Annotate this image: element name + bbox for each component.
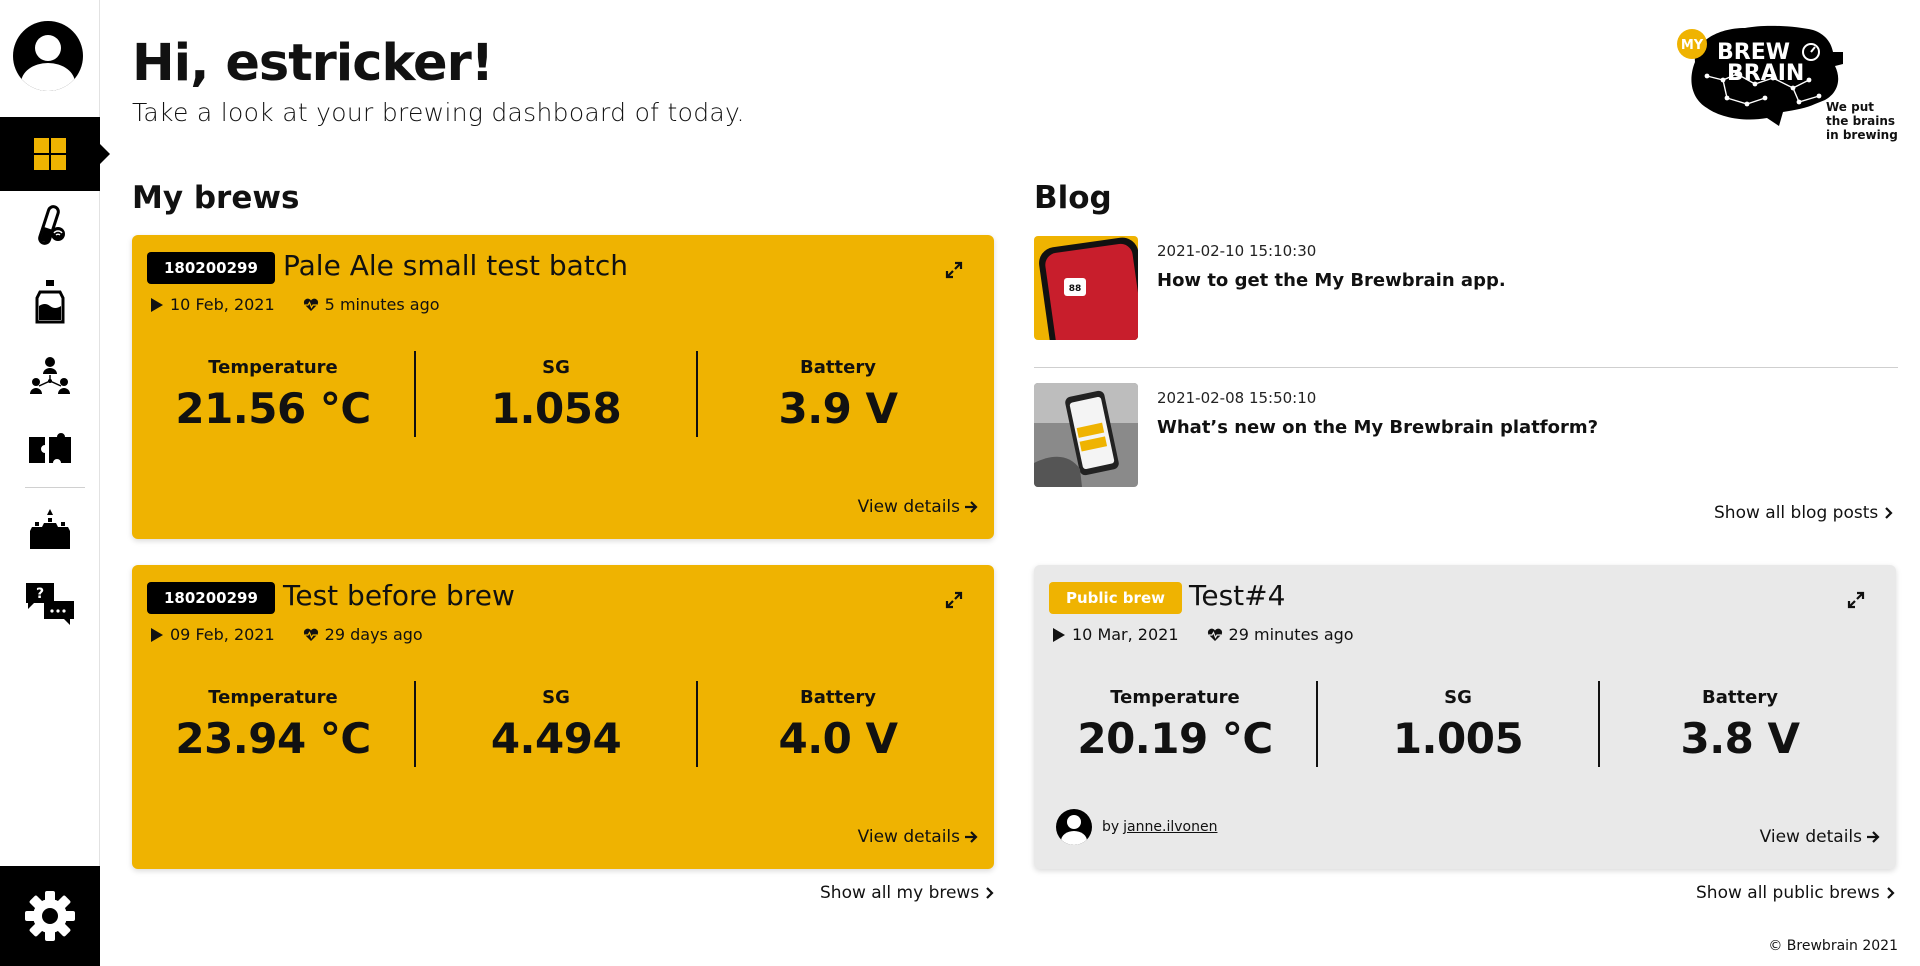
brew-meta: 10 Feb, 2021 5 minutes ago [150, 295, 440, 314]
view-details-link[interactable]: View details [858, 827, 978, 847]
stat-battery: Battery 4.0 V [696, 681, 978, 767]
show-all-my-brews-link[interactable]: Show all my brews [820, 883, 995, 903]
blog-post[interactable]: 88 2021-02-10 15:10:30 How to get the My… [1034, 236, 1898, 340]
stat-sg: SG 1.058 [414, 351, 696, 437]
logo-tagline: We put the brains in brewing [1826, 100, 1898, 142]
svg-text:?: ? [36, 586, 44, 602]
public-brews-icon [30, 509, 70, 549]
heartbeat-icon [1207, 628, 1222, 641]
author-link[interactable]: janne.ilvonen [1123, 819, 1217, 835]
stat-sg: SG 1.005 [1316, 681, 1598, 767]
stat-temperature: Temperature 20.19 °C [1077, 687, 1273, 763]
brew-last-seen: 29 minutes ago [1228, 625, 1354, 644]
brew-start-date: 09 Feb, 2021 [170, 625, 275, 644]
stat-battery: Battery 3.8 V [1598, 681, 1880, 767]
play-icon [1053, 627, 1065, 642]
hydrometer-icon [38, 205, 65, 245]
profile-avatar[interactable] [13, 21, 83, 91]
view-details-link[interactable]: View details [858, 497, 978, 517]
logo-badge: MY [1681, 38, 1704, 53]
heartbeat-icon [303, 298, 318, 311]
blog-thumbnail-hand-phone[interactable] [1034, 383, 1138, 487]
greeting-username: estricker! [225, 34, 494, 93]
brew-title[interactable]: Pale Ale small test batch [283, 249, 628, 282]
brew-start-date: 10 Feb, 2021 [170, 295, 275, 314]
stat-temperature: Temperature 23.94 °C [175, 687, 371, 763]
blog-post-date: 2021-02-10 15:10:30 [1157, 242, 1317, 260]
sidebar-item-fermenters[interactable] [0, 265, 100, 339]
brew-last-seen: 5 minutes ago [324, 295, 440, 314]
brew-id-badge[interactable]: 180200299 [147, 582, 275, 614]
expand-icon[interactable] [1846, 590, 1866, 610]
public-brew-badge: Public brew [1049, 582, 1182, 614]
brew-card[interactable]: 180200299 Test before brew 09 Feb, 2021 … [132, 565, 994, 869]
blog-heading: Blog [1034, 180, 1112, 216]
page-subtitle: Take a look at your brewing dashboard of… [132, 98, 745, 127]
blog-post-date: 2021-02-08 15:50:10 [1157, 389, 1317, 407]
blog-divider [1034, 367, 1898, 368]
brew-card[interactable]: 180200299 Pale Ale small test batch 10 F… [132, 235, 994, 539]
view-details-link[interactable]: View details [1760, 827, 1880, 847]
brew-stats: Temperature 20.19 °C SG 1.005 Battery 3.… [1034, 681, 1896, 767]
author-avatar[interactable] [1056, 809, 1092, 845]
my-brews-heading: My brews [132, 180, 300, 216]
expand-icon[interactable] [944, 590, 964, 610]
brew-title[interactable]: Test before brew [283, 579, 515, 612]
page-title: Hi, estricker! [132, 34, 494, 94]
arrow-right-icon [965, 831, 978, 843]
sidebar-item-dashboard[interactable] [0, 117, 110, 191]
svg-text:88: 88 [1069, 284, 1082, 294]
brew-stats: Temperature 21.56 °C SG 1.058 Battery 3.… [132, 351, 994, 437]
sidebar-divider [25, 487, 85, 488]
footer-copyright: © Brewbrain 2021 [1768, 938, 1898, 954]
blog-post[interactable]: 2021-02-08 15:50:10 What’s new on the My… [1034, 383, 1898, 487]
fermenter-icon [35, 280, 65, 324]
play-icon [151, 297, 163, 312]
brew-last-seen: 29 days ago [324, 625, 423, 644]
brew-id-badge[interactable]: 180200299 [147, 252, 275, 284]
public-brew-title[interactable]: Test#4 [1189, 579, 1285, 612]
heartbeat-icon [303, 628, 318, 641]
play-icon [151, 627, 163, 642]
sidebar-item-integrations[interactable] [0, 413, 100, 487]
arrow-right-icon [1867, 831, 1880, 843]
brew-stats: Temperature 23.94 °C SG 4.494 Battery 4.… [132, 681, 994, 767]
stat-sg: SG 4.494 [414, 681, 696, 767]
public-brew-card[interactable]: Public brew Test#4 10 Mar, 2021 29 minut… [1034, 565, 1896, 869]
community-icon [30, 357, 70, 394]
stat-battery: Battery 3.9 V [696, 351, 978, 437]
brew-author: by janne.ilvonen [1056, 809, 1217, 845]
sidebar-item-hydrometers[interactable] [0, 191, 100, 265]
sidebar-item-community[interactable] [0, 339, 100, 413]
expand-icon[interactable] [944, 260, 964, 280]
blog-post-title[interactable]: What’s new on the My Brewbrain platform? [1157, 417, 1598, 438]
greeting-prefix: Hi, [132, 34, 210, 93]
blog-thumbnail-phone-app[interactable]: 88 [1034, 236, 1138, 340]
sidebar-item-help[interactable]: ? [0, 566, 100, 640]
gear-icon [25, 891, 75, 941]
logo-brain: BRAIN [1727, 61, 1804, 86]
brew-meta: 09 Feb, 2021 29 days ago [150, 625, 423, 644]
show-all-public-brews-link[interactable]: Show all public brews [1696, 883, 1896, 903]
sidebar: ? [0, 0, 110, 966]
chevron-right-icon [1885, 507, 1893, 519]
arrow-right-icon [965, 501, 978, 513]
brew-meta: 10 Mar, 2021 29 minutes ago [1052, 625, 1354, 644]
author-prefix: by [1102, 819, 1120, 835]
stat-temperature: Temperature 21.56 °C [175, 357, 371, 433]
chevron-right-icon [986, 887, 994, 899]
sidebar-item-public-brews[interactable] [0, 492, 100, 566]
blog-post-title[interactable]: How to get the My Brewbrain app. [1157, 270, 1506, 291]
dashboard-icon [34, 138, 66, 170]
show-all-blog-posts-link[interactable]: Show all blog posts [1714, 503, 1894, 523]
brew-start-date: 10 Mar, 2021 [1072, 625, 1179, 644]
help-chat-icon: ? [26, 583, 74, 625]
chevron-right-icon [1886, 887, 1895, 899]
integrations-icon [29, 433, 71, 463]
settings-button[interactable] [0, 866, 100, 966]
